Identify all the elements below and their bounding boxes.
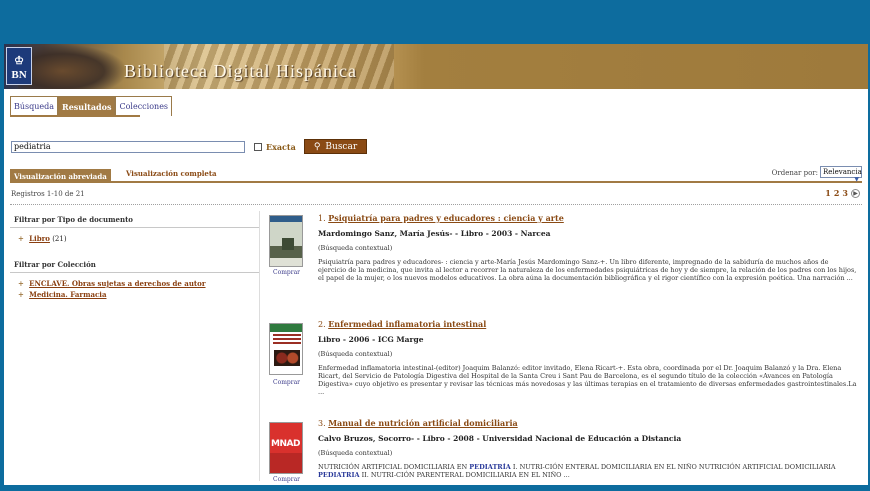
result-title-link[interactable]: Psiquiatría para padres y educadores : c… <box>328 213 564 223</box>
bottom-bar <box>0 485 870 491</box>
divider <box>10 204 862 205</box>
tab-resultados[interactable]: Resultados <box>58 96 116 116</box>
search-button-label: Buscar <box>325 141 358 152</box>
filter-item-medicina: + Medicina. Farmacia <box>10 289 259 300</box>
book-cover-title: MNAD <box>271 439 300 449</box>
tab-busqueda[interactable]: Búsqueda <box>10 96 59 116</box>
comprar-link[interactable]: Comprar <box>273 379 300 386</box>
result-body: 2. Enfermedad inflamatoria intestinal Li… <box>318 319 858 396</box>
result-description: Psiquiatría para padres y educadores- : … <box>318 258 857 282</box>
filter-link-enclave[interactable]: ENCLAVE. Obras sujetas a derechos de aut… <box>29 279 205 288</box>
filter-link-libro[interactable]: Libro <box>29 234 50 243</box>
exacta-checkbox[interactable] <box>254 142 262 151</box>
bn-logo[interactable]: ♔ BN <box>6 47 32 85</box>
comprar-link[interactable]: Comprar <box>273 269 300 276</box>
filter-title-tipo: Filtrar por Tipo de documento <box>10 211 259 228</box>
result-type: (Búsqueda contextual) <box>318 244 393 252</box>
main-tabs: Búsqueda Resultados Colecciones <box>10 96 173 116</box>
page-link-1[interactable]: 1 <box>825 188 831 198</box>
view-tabs: Visualización abreviada Visualización co… <box>10 165 862 183</box>
desc-text: NUTRICIÓN ARTIFICIAL DOMICILIARIA EN <box>318 463 470 471</box>
plus-icon: + <box>18 290 24 299</box>
site-title[interactable]: Biblioteca Digital Hispánica <box>124 61 357 82</box>
filter-item-enclave: + ENCLAVE. Obras sujetas a derechos de a… <box>10 278 259 289</box>
pagination: 1 2 3 ▶ <box>825 188 860 198</box>
desc-text: II. NUTRI-CIÓN PARENTERAL DOMICILIARIA E… <box>359 471 570 479</box>
result-description: NUTRICIÓN ARTIFICIAL DOMICILIARIA EN PED… <box>318 463 858 479</box>
search-highlight: PEDIATRIA <box>318 471 360 479</box>
plus-icon: + <box>18 279 24 288</box>
crown-icon: ♔ <box>14 55 24 67</box>
search-input[interactable] <box>11 140 245 153</box>
bn-logo-text: BN <box>11 69 27 81</box>
result-number: 2. <box>318 320 326 329</box>
result-body: 3. Manual de nutrición artificial domici… <box>318 418 858 479</box>
result-title: 2. Enfermedad inflamatoria intestinal <box>318 319 858 329</box>
page-link-3[interactable]: 3 <box>842 188 848 198</box>
result-meta: Libro - 2006 - ICG Marge <box>318 335 424 344</box>
result-number: 3. <box>318 419 326 428</box>
sort-select[interactable]: Relevancia ▼ <box>820 166 862 183</box>
result-title: 1. Psiquiatría para padres y educadores … <box>318 213 858 223</box>
result-title-link[interactable]: Enfermedad inflamatoria intestinal <box>328 319 486 329</box>
result-body: 1. Psiquiatría para padres y educadores … <box>318 213 858 282</box>
tab-colecciones[interactable]: Colecciones <box>115 96 173 116</box>
results-list: Comprar 1. Psiquiatría para padres y edu… <box>266 211 862 483</box>
search-row: Exacta ⚲ Buscar <box>11 139 368 154</box>
chevron-down-icon: ▼ <box>854 176 859 183</box>
result-number: 1. <box>318 214 326 223</box>
filter-link-medicina[interactable]: Medicina. Farmacia <box>29 290 106 299</box>
filter-title-coleccion: Filtrar por Colección <box>10 256 259 273</box>
result-type: (Búsqueda contextual) <box>318 350 393 358</box>
search-button[interactable]: ⚲ Buscar <box>303 139 368 154</box>
tab-visualizacion-completa[interactable]: Visualización completa <box>122 166 221 180</box>
filter-count-libro: (21) <box>52 235 67 243</box>
top-bar <box>0 0 870 44</box>
sort-label: Ordenar por: <box>771 169 818 177</box>
tabs-divider <box>10 115 140 117</box>
result-description: Enfermedad inflamatoria intestinal-(edit… <box>318 364 857 396</box>
results-count: Registros 1-10 de 21 <box>11 190 85 198</box>
filter-group-tipo: Filtrar por Tipo de documento + Libro (2… <box>10 211 259 244</box>
header-banner: ♔ BN Biblioteca Digital Hispánica <box>4 44 868 89</box>
exacta-label: Exacta <box>266 141 296 152</box>
result-meta: Mardomingo Sanz, María Jesús- - Libro - … <box>318 229 551 238</box>
desc-text: I. NUTRI-CIÓN ENTERAL DOMICILIARIA EN EL… <box>510 463 836 471</box>
banner-portrait <box>18 44 128 89</box>
book-cover[interactable] <box>269 215 303 267</box>
search-highlight: PEDIATRÍA <box>469 463 511 471</box>
book-cover[interactable] <box>269 323 303 375</box>
comprar-link[interactable]: Comprar <box>273 476 300 483</box>
result-title-link[interactable]: Manual de nutrición artificial domicilia… <box>328 418 518 428</box>
filter-item-libro: + Libro (21) <box>10 233 259 244</box>
page-link-2[interactable]: 2 <box>834 188 840 198</box>
filter-panel: Filtrar por Tipo de documento + Libro (2… <box>10 211 260 481</box>
search-icon: ⚲ <box>313 141 321 152</box>
book-cover[interactable]: MNAD <box>269 422 303 474</box>
result-meta: Calvo Bruzos, Socorro- - Libro - 2008 - … <box>318 434 682 443</box>
result-title: 3. Manual de nutrición artificial domici… <box>318 418 858 428</box>
tab-visualizacion-abreviada[interactable]: Visualización abreviada <box>10 169 111 183</box>
result-type: (Búsqueda contextual) <box>318 449 393 457</box>
next-page-icon[interactable]: ▶ <box>851 188 860 198</box>
filter-group-coleccion: Filtrar por Colección + ENCLAVE. Obras s… <box>10 256 259 300</box>
page: ♔ BN Biblioteca Digital Hispánica Búsque… <box>4 44 868 485</box>
sort-select-value: Relevancia <box>823 168 862 176</box>
plus-icon: + <box>18 234 24 243</box>
